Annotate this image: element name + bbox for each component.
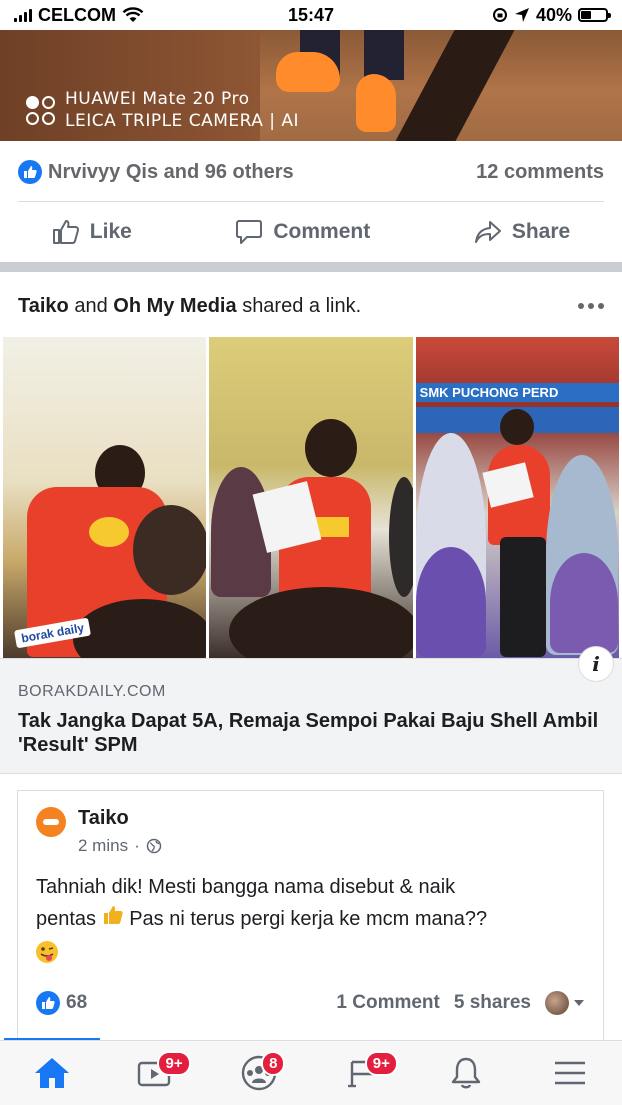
post-time[interactable]: 2 mins [78,836,128,856]
tab-notifications[interactable] [436,1048,496,1098]
camera-dots-icon [26,95,55,125]
more-options-icon[interactable] [578,303,604,309]
feed-separator [0,262,622,272]
camera-model: HUAWEI Mate 20 Pro [65,89,250,109]
location-icon [514,8,529,22]
link-preview-image[interactable]: borak daily SMK PUCHONG PERD [3,337,619,658]
comment-button[interactable]: Comment [235,219,370,245]
share-label: Share [511,220,571,243]
status-bar: CELCOM 15:47 40% [0,0,622,30]
tab-menu[interactable] [540,1048,600,1098]
original-post-footer: 68 1 Comment 5 shares [36,987,585,1019]
shared-post-header: Taiko and Oh My Media shared a link. [18,290,604,322]
collage-photo-1: borak daily [3,337,207,658]
thumbs-up-icon [52,220,79,244]
home-icon [34,1058,69,1088]
globe-icon [146,838,161,854]
comment-icon [236,220,263,244]
reaction-audience-selector[interactable] [545,991,585,1015]
tab-groups[interactable]: 8 [229,1048,289,1098]
bottom-tab-bar: 9+ 8 9+ [0,1040,622,1105]
link-domain: BORAKDAILY.COM [18,683,166,700]
link-preview[interactable]: BORAKDAILY.COM Tak Jangka Dapat 5A, Rema… [0,658,622,774]
wifi-icon [122,7,144,22]
divider [18,201,604,202]
camera-subtitle: LEICA TRIPLE CAMERA | AI [65,111,300,131]
winking-tongue-emoji-icon [36,941,58,964]
like-reaction-icon [36,991,60,1015]
tab-watch[interactable]: 9+ [125,1048,191,1098]
original-post-card[interactable]: Taiko 2 mins · Tahniah dik! Mesti bangga… [17,790,604,1040]
post-text: Tahniah dik! Mesti bangga nama disebut &… [36,871,585,968]
link-title: Tak Jangka Dapat 5A, Remaja Sempoi Pakai… [18,710,599,756]
shared-post-title: Taiko and Oh My Media shared a link. [18,294,362,317]
info-icon[interactable]: i [578,646,614,682]
caret-down-icon [574,1000,584,1006]
rotation-lock-icon [492,8,507,22]
clock: 15:47 [287,4,335,25]
previous-post-photo[interactable]: HUAWEI Mate 20 Pro LEICA TRIPLE CAMERA |… [0,30,622,141]
reactions-summary[interactable]: Nrvivyy Qis and 96 others [18,160,294,184]
school-banner: SMK PUCHONG PERD [415,383,619,402]
comment-label: Comment [273,220,371,243]
battery-percent: 40% [535,4,572,25]
hamburger-menu-icon [555,1061,586,1085]
tab-home[interactable] [22,1048,82,1098]
battery-icon [578,8,611,22]
marketplace-badge: 9+ [364,1051,398,1076]
tab-marketplace[interactable]: 9+ [333,1048,398,1098]
previous-post-reactions: Nrvivyy Qis and 96 others 12 comments [18,152,604,192]
actor-oh-my-media[interactable]: Oh My Media [113,295,236,317]
bell-icon [452,1057,481,1089]
comments-count[interactable]: 12 comments [476,161,604,184]
likes-summary[interactable]: 68 [36,991,87,1015]
share-arrow-icon [474,221,501,243]
collage-photo-3: SMK PUCHONG PERD [415,337,619,658]
thumbs-up-emoji-icon [102,904,124,936]
actor-taiko[interactable]: Taiko [18,295,69,317]
watch-badge: 9+ [157,1051,191,1076]
comments-link[interactable]: 1 Comment [336,992,439,1014]
shares-link[interactable]: 5 shares [454,992,531,1014]
like-reaction-icon [18,160,42,184]
carrier-label: CELCOM [38,4,116,25]
camera-watermark: HUAWEI Mate 20 Pro LEICA TRIPLE CAMERA |… [26,88,299,132]
like-button[interactable]: Like [52,219,132,245]
reactions-text: Nrvivyy Qis and 96 others [48,160,294,183]
like-label: Like [89,220,132,243]
share-button[interactable]: Share [474,219,570,245]
user-avatar [545,991,569,1015]
page-avatar[interactable] [36,807,66,837]
page-name[interactable]: Taiko [78,807,162,830]
post-action-bar: Like Comment Share [0,206,622,258]
groups-badge: 8 [261,1051,286,1076]
likes-count: 68 [66,992,88,1013]
collage-photo-2 [209,337,413,658]
signal-icon [14,8,32,22]
